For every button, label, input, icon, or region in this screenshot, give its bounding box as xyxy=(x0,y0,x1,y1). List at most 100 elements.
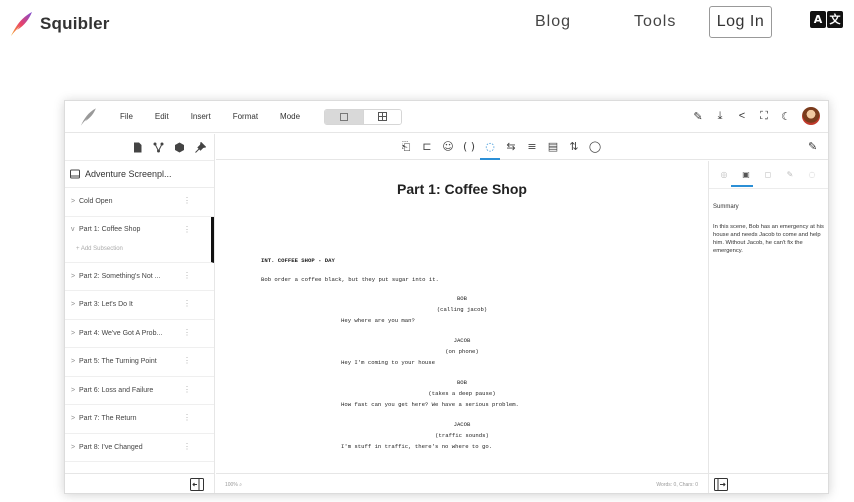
pencil-tab-icon[interactable]: ✎ xyxy=(784,169,796,181)
chapter-label: Part 4: We've Got A Prob... xyxy=(79,329,163,337)
sidebar-footer xyxy=(65,473,215,493)
action-icon[interactable]: ⊏ xyxy=(420,140,434,154)
expand-panel-icon[interactable] xyxy=(714,478,728,491)
kebab-menu-icon[interactable]: ⋮ xyxy=(183,385,191,394)
chapter-label: Cold Open xyxy=(79,198,113,206)
kebab-menu-icon[interactable]: ⋮ xyxy=(183,299,191,308)
collapse-sidebar-icon[interactable] xyxy=(190,478,204,491)
character-name: JACOB xyxy=(453,337,471,344)
zoom-level[interactable]: 100% ⌕ xyxy=(225,482,242,488)
character-icon[interactable]: ☺ xyxy=(441,140,455,154)
menu-insert[interactable]: Insert xyxy=(191,112,211,121)
quill-logo-icon xyxy=(11,12,32,36)
script-page[interactable]: Part 1: Coffee Shop INT. COFFEE SHOP - D… xyxy=(216,161,708,472)
share-icon[interactable]: < xyxy=(736,110,748,122)
brand[interactable]: Squibler xyxy=(8,10,110,38)
site-header: Squibler Blog Tools Log In A 文 xyxy=(0,0,854,48)
chapter-sidebar: Adventure Screenpl... > Cold Open ⋮ v Pa… xyxy=(65,134,215,493)
sidebar-item-part-1[interactable]: v Part 1: Coffee Shop ⋮ + Add Subsection xyxy=(65,216,214,263)
summary-tab-icon[interactable]: ▣ xyxy=(740,169,752,181)
chapter-label: Part 5: The Turning Point xyxy=(79,358,157,366)
right-panel-tabs: ◎ ▣ ◻ ✎ ◌ xyxy=(709,161,828,189)
kebab-menu-icon[interactable]: ⋮ xyxy=(183,413,191,422)
pen-icon[interactable]: ✎ xyxy=(808,140,817,153)
pin-icon[interactable] xyxy=(195,141,206,153)
parenthetical: (takes a deep pause) xyxy=(428,390,496,397)
menu-right-tools: ✎ ⤓ < ⛶ ☾ xyxy=(692,107,820,125)
chapter-label: Part 8: I've Changed xyxy=(79,443,143,451)
sidebar-item-part-6[interactable]: > Part 6: Loss and Failure ⋮ xyxy=(65,377,214,405)
notes-icon[interactable]: ▤ xyxy=(546,140,560,154)
sort-icon[interactable]: ⇅ xyxy=(567,140,581,154)
chevron-right-icon: > xyxy=(71,301,76,309)
menu-mode[interactable]: Mode xyxy=(280,112,300,121)
add-subsection-link[interactable]: + Add Subsection xyxy=(76,246,123,252)
comments-icon[interactable]: ◯ xyxy=(588,140,602,154)
chevron-right-icon: > xyxy=(71,272,76,280)
editor-area: ⎗ ⊏ ☺ ( ) ◌ ⇆ ≡ ▤ ⇅ ◯ ✎ Part 1: Coffee S… xyxy=(216,134,828,493)
parenthetical-icon[interactable]: ( ) xyxy=(462,140,476,154)
view-mode-toggle[interactable] xyxy=(324,108,403,125)
quill-logo-icon xyxy=(80,107,96,126)
sidebar-toolbar xyxy=(65,134,214,160)
menu-bar: File Edit Insert Format Mode ✎ ⤓ < ⛶ ☾ xyxy=(65,101,828,133)
outline-icon[interactable] xyxy=(153,142,164,153)
active-tab-indicator xyxy=(731,185,753,187)
avatar[interactable] xyxy=(802,107,820,125)
action-line: Bob order a coffee black, but they put s… xyxy=(261,276,439,283)
chapter-label: Part 2: Something's Not ... xyxy=(79,272,161,280)
sidebar-item-part-8[interactable]: > Part 8: I've Changed ⋮ xyxy=(65,434,214,462)
menu-file[interactable]: File xyxy=(120,112,133,121)
transition-icon[interactable]: ⇆ xyxy=(504,140,518,154)
right-panel: ◎ ▣ ◻ ✎ ◌ Summary In this scene, Bob has… xyxy=(708,161,828,493)
dialogue-line: I'm stuff in traffic, there's no where t… xyxy=(341,443,493,450)
kebab-menu-icon[interactable]: ⋮ xyxy=(183,225,191,234)
character-name: JACOB xyxy=(453,421,471,428)
kebab-menu-icon[interactable]: ⋮ xyxy=(183,442,191,451)
document-icon[interactable] xyxy=(132,142,143,153)
fullscreen-icon[interactable]: ⛶ xyxy=(758,110,770,122)
target-icon[interactable]: ◎ xyxy=(718,169,730,181)
status-bar: 100% ⌕ Words: 0, Chars: 0 xyxy=(216,473,708,493)
lines-icon[interactable]: ≡ xyxy=(525,140,539,154)
chat-icon[interactable]: ◌ xyxy=(806,169,818,181)
editor-app-screenshot: File Edit Insert Format Mode ✎ ⤓ < ⛶ ☾ A… xyxy=(64,100,829,494)
translate-icon-a: A xyxy=(810,11,826,28)
bookmark-icon[interactable]: ◻ xyxy=(762,169,774,181)
sidebar-item-part-7[interactable]: > Part 7: The Return ⋮ xyxy=(65,405,214,434)
kebab-menu-icon[interactable]: ⋮ xyxy=(183,196,191,205)
grid-view-icon[interactable] xyxy=(363,109,402,124)
edit-note-icon[interactable]: ✎ xyxy=(692,110,704,123)
sidebar-item-cold-open[interactable]: > Cold Open ⋮ xyxy=(65,188,214,217)
menu-format[interactable]: Format xyxy=(233,112,258,121)
kebab-menu-icon[interactable]: ⋮ xyxy=(183,328,191,337)
single-view-icon[interactable] xyxy=(325,109,364,124)
sidebar-item-part-2[interactable]: > Part 2: Something's Not ... ⋮ xyxy=(65,263,214,291)
chapter-label: Part 1: Coffee Shop xyxy=(79,225,141,233)
kebab-menu-icon[interactable]: ⋮ xyxy=(183,271,191,280)
nav-blog-link[interactable]: Blog xyxy=(535,13,571,31)
character-name: BOB xyxy=(456,379,468,386)
parenthetical: (on phone) xyxy=(445,348,479,355)
login-button[interactable]: Log In xyxy=(709,6,772,38)
chevron-down-icon: v xyxy=(71,225,75,233)
zoom-icon: ⌕ xyxy=(239,482,242,488)
nav-tools-link[interactable]: Tools xyxy=(634,13,676,31)
scene-heading-icon[interactable]: ⎗ xyxy=(399,140,413,154)
chevron-right-icon: > xyxy=(71,386,76,394)
sidebar-item-part-5[interactable]: > Part 5: The Turning Point ⋮ xyxy=(65,348,214,377)
document-title-row[interactable]: Adventure Screenpl... xyxy=(65,160,214,188)
menu-edit[interactable]: Edit xyxy=(155,112,169,121)
kebab-menu-icon[interactable]: ⋮ xyxy=(183,356,191,365)
box-icon[interactable] xyxy=(174,142,185,153)
summary-text[interactable]: In this scene, Bob has an emergency at h… xyxy=(713,223,828,255)
dark-mode-icon[interactable]: ☾ xyxy=(780,110,792,123)
download-icon[interactable]: ⤓ xyxy=(714,110,726,122)
dialogue-icon[interactable]: ◌ xyxy=(480,140,500,160)
chapter-label: Part 3: Let's Do It xyxy=(79,301,133,309)
chevron-right-icon: > xyxy=(71,198,76,206)
language-button[interactable]: A 文 xyxy=(810,11,843,28)
sidebar-item-part-3[interactable]: > Part 3: Let's Do It ⋮ xyxy=(65,291,214,320)
sidebar-item-part-4[interactable]: > Part 4: We've Got A Prob... ⋮ xyxy=(65,320,214,348)
dialogue-line: Hey I'm coming to your house xyxy=(341,359,435,366)
